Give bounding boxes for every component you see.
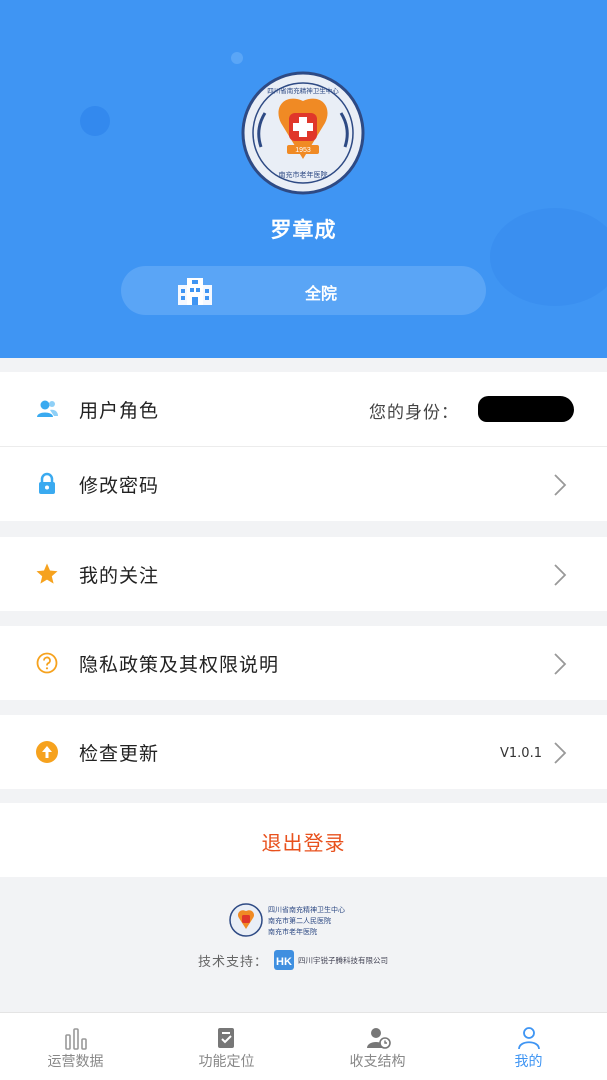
logout-button[interactable]: 退出登录 bbox=[0, 803, 607, 877]
check-update-label: 检查更新 bbox=[79, 743, 160, 765]
tab-revenue-structure[interactable]: 收支结构 bbox=[302, 1013, 453, 1080]
tab-label: 功能定位 bbox=[198, 1054, 255, 1070]
tech-support-label: 技术支持： bbox=[198, 954, 269, 970]
tab-label: 收支结构 bbox=[349, 1054, 406, 1070]
scope-label: 全院 bbox=[304, 284, 337, 303]
bar-chart-icon bbox=[65, 1028, 87, 1050]
person-icon bbox=[518, 1027, 540, 1050]
tab-label: 运营数据 bbox=[47, 1054, 104, 1070]
tech-support: 技术支持： HK 四川宇锐子腾科技有限公司 bbox=[198, 948, 396, 972]
svg-text:HK: HK bbox=[276, 956, 292, 968]
logo-year: 1953 bbox=[295, 147, 311, 154]
favorites-row[interactable]: 我的关注 bbox=[0, 537, 607, 611]
hospital-logo: 1953 四川省南充精神卫生中心 南充市老年医院 bbox=[241, 71, 365, 195]
logo-text-top: 四川省南充精神卫生中心 bbox=[267, 86, 339, 95]
scope-selector[interactable]: 全院 bbox=[121, 266, 486, 315]
help-circle-icon bbox=[36, 652, 58, 674]
users-icon bbox=[37, 400, 58, 417]
decor-bubble bbox=[231, 52, 243, 64]
hospital-footer-logo: 四川省南充精神卫生中心 南充市第二人民医院 南充市老年医院 bbox=[229, 903, 345, 937]
user-role-value: 您的身份： bbox=[369, 403, 459, 423]
tab-mine[interactable]: 我的 bbox=[453, 1013, 604, 1080]
lock-icon bbox=[39, 472, 55, 494]
chevron-right-icon bbox=[554, 474, 567, 496]
tab-label: 我的 bbox=[514, 1054, 543, 1070]
star-icon bbox=[36, 563, 58, 584]
change-password-label: 修改密码 bbox=[79, 475, 160, 497]
bottom-tab-bar: 运营数据 功能定位 收支结构 我的 bbox=[0, 1012, 607, 1080]
decor-bubble bbox=[80, 106, 110, 136]
user-name: 罗章成 bbox=[270, 218, 337, 242]
privacy-policy-row[interactable]: 隐私政策及其权限说明 bbox=[0, 626, 607, 700]
change-password-row[interactable]: 修改密码 bbox=[0, 447, 607, 521]
privacy-policy-label: 隐私政策及其权限说明 bbox=[79, 654, 280, 676]
footer-org-line: 南充市第二人民医院 bbox=[268, 916, 331, 925]
tab-operation-data[interactable]: 运营数据 bbox=[0, 1013, 151, 1080]
upload-circle-icon bbox=[36, 741, 58, 763]
check-update-row[interactable]: 检查更新 V1.0.1 bbox=[0, 715, 607, 789]
doc-check-icon bbox=[218, 1028, 234, 1048]
user-role-label: 用户角色 bbox=[79, 400, 160, 422]
logout-label: 退出登录 bbox=[261, 831, 346, 855]
user-clock-icon bbox=[367, 1028, 391, 1049]
support-company-name: 四川宇锐子腾科技有限公司 bbox=[298, 955, 388, 965]
chevron-right-icon bbox=[554, 742, 567, 764]
chevron-right-icon bbox=[554, 653, 567, 675]
logo-text-bottom: 南充市老年医院 bbox=[279, 170, 328, 179]
favorites-label: 我的关注 bbox=[79, 565, 160, 587]
tab-function-positioning[interactable]: 功能定位 bbox=[151, 1013, 302, 1080]
profile-header: 1953 四川省南充精神卫生中心 南充市老年医院 罗章成 全院 bbox=[0, 0, 607, 358]
support-company-logo: HK 四川宇锐子腾科技有限公司 bbox=[274, 950, 388, 970]
chevron-right-icon bbox=[554, 564, 567, 586]
footer-org-line: 四川省南充精神卫生中心 bbox=[268, 905, 345, 914]
redacted-identity bbox=[478, 396, 574, 422]
version-label: V1.0.1 bbox=[500, 746, 542, 761]
footer-org-line: 南充市老年医院 bbox=[268, 927, 317, 936]
